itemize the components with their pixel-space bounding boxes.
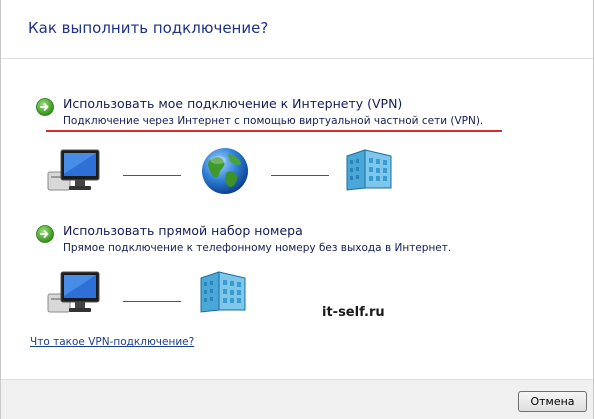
- green-arrow-icon: [36, 98, 54, 116]
- option-vpn-title: Использовать мое подключение к Интернету…: [63, 96, 403, 111]
- connector-line: [123, 175, 181, 176]
- option-dialup-description: Прямое подключение к телефонному номеру …: [63, 242, 452, 254]
- watermark: it-self.ru: [322, 305, 385, 320]
- vpn-connection-dialog: Как выполнить подключение? Использовать …: [0, 0, 594, 419]
- connector-line: [271, 175, 329, 176]
- computer-icon: [47, 149, 100, 191]
- green-arrow-icon: [36, 225, 54, 243]
- cancel-button[interactable]: Отмена: [518, 391, 587, 412]
- help-link-vpn[interactable]: Что такое VPN-подключение?: [30, 336, 194, 348]
- server-building-icon: [346, 149, 392, 191]
- option-dialup-title: Использовать прямой набор номера: [63, 223, 303, 238]
- globe-icon: [202, 148, 248, 194]
- red-underline-annotation: [46, 130, 502, 132]
- dialog-footer: Отмена: [1, 379, 593, 419]
- computer-icon: [47, 271, 100, 313]
- dialog-header: Как выполнить подключение?: [1, 0, 593, 58]
- connector-line: [123, 301, 181, 302]
- header-divider: [1, 58, 593, 59]
- option-vpn-description: Подключение через Интернет с помощью вир…: [63, 115, 484, 127]
- page-title: Как выполнить подключение?: [28, 19, 269, 37]
- server-building-icon: [200, 271, 246, 313]
